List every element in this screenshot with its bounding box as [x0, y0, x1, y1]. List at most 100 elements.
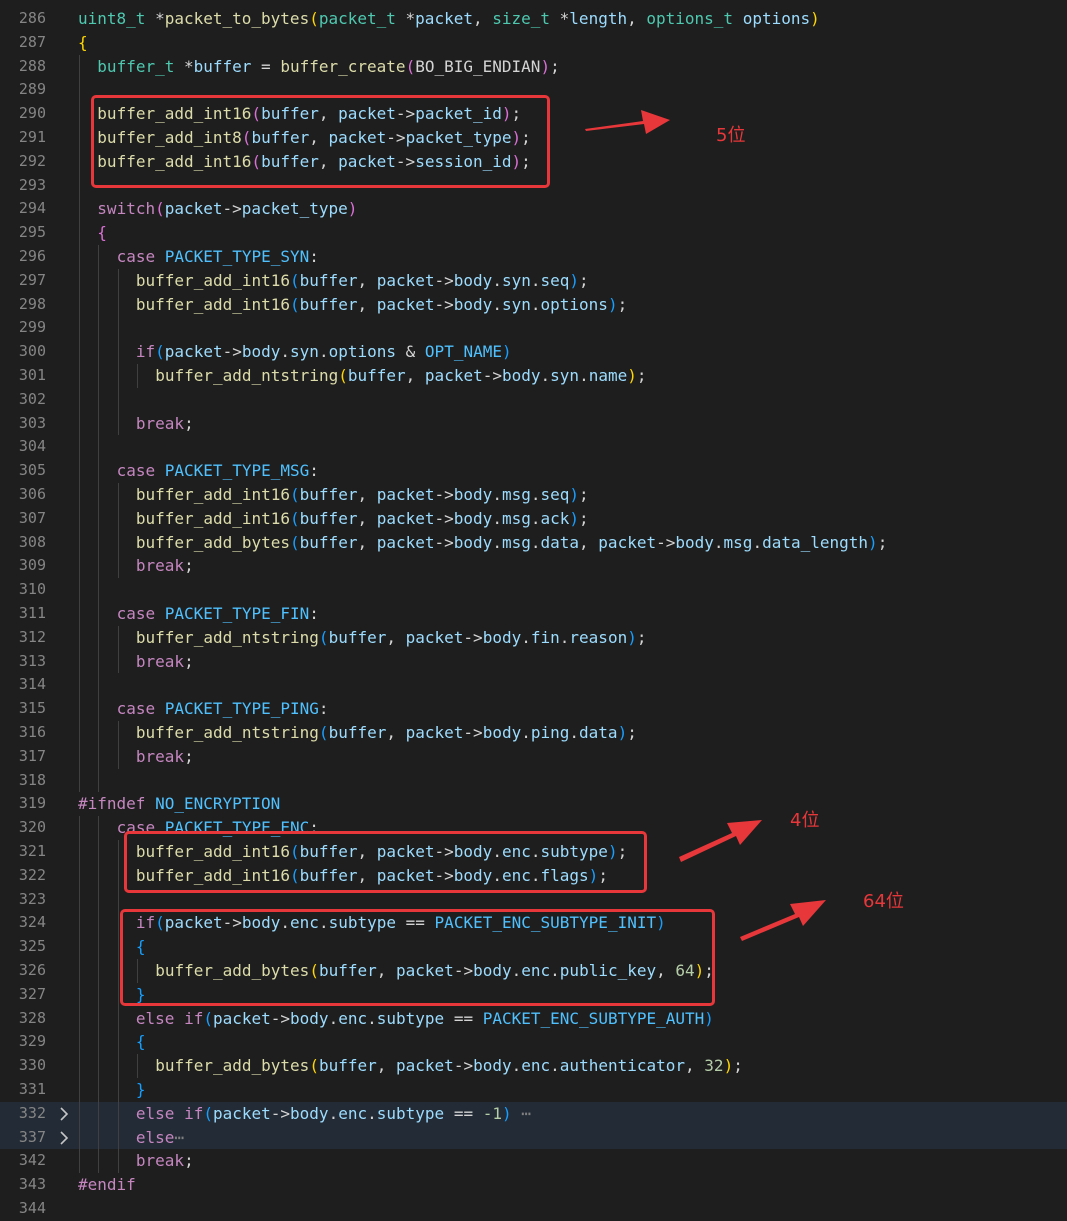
indent-guide — [79, 840, 80, 864]
code-line[interactable]: 312 buffer_add_ntstring(buffer, packet->b… — [0, 625, 1067, 650]
indent-guide — [79, 483, 80, 507]
code-line[interactable]: 299 — [0, 316, 1067, 341]
code-line[interactable]: 302 — [0, 387, 1067, 412]
code-token: enc — [338, 1103, 368, 1123]
code-line[interactable]: 313 break; — [0, 649, 1067, 674]
indent-guide — [79, 506, 80, 531]
code-line[interactable]: 318 — [0, 768, 1067, 793]
code-token: uint8_t — [78, 9, 146, 28]
code-line[interactable]: 287 { — [0, 31, 1067, 55]
code-token: ⋯ — [174, 1127, 185, 1147]
code-line[interactable]: 308 buffer_add_bytes(buffer, packet->body… — [0, 530, 1067, 555]
chevron-right-icon[interactable] — [58, 1102, 70, 1126]
code-token: ( — [203, 1008, 213, 1028]
code-token: ) — [627, 366, 637, 385]
code-token: ; — [184, 651, 194, 671]
line-number: 315 — [18, 699, 46, 718]
code-token: ( — [309, 9, 319, 28]
indent-guide — [98, 554, 100, 579]
code-token: . — [521, 627, 531, 647]
code-token: buffer_t — [97, 56, 175, 76]
code-line[interactable]: 296 case PACKET_TYPE_SYN: — [0, 245, 1067, 269]
code-token: options — [540, 294, 608, 314]
line-number: 297 — [18, 270, 46, 289]
code-token: -> — [434, 508, 454, 528]
code-line[interactable]: 315 case PACKET_TYPE_PING: — [0, 697, 1067, 721]
code-line[interactable]: 310 — [0, 578, 1067, 602]
code-line[interactable]: 304 — [0, 435, 1067, 460]
code-token: ) — [810, 9, 820, 28]
line-number: 326 — [18, 961, 46, 979]
code-token: ( — [309, 1056, 319, 1076]
line-number: 316 — [18, 723, 46, 741]
indent-guide — [98, 911, 100, 936]
code-token: enc — [521, 1056, 551, 1076]
code-token: ) — [617, 723, 628, 742]
code-line[interactable]: 343 #endif — [0, 1173, 1067, 1197]
indent-guide — [117, 316, 119, 341]
code-line[interactable]: 307 buffer_add_int16(buffer, packet->body… — [0, 506, 1067, 531]
indent-guide — [79, 149, 80, 174]
code-token: -> — [222, 342, 242, 362]
indent-guide — [79, 340, 80, 364]
code-line[interactable]: 329 { — [0, 1030, 1067, 1055]
code-token: buffer — [299, 485, 358, 504]
code-token: ⋯ — [521, 1103, 531, 1123]
code-token: 32 — [704, 1056, 724, 1076]
code-line[interactable]: 314 — [0, 673, 1067, 698]
code-line[interactable]: 332 else if(packet->body.enc.subtype == -… — [0, 1101, 1067, 1126]
code-line[interactable]: 344 — [0, 1197, 1067, 1221]
line-number: 344 — [18, 1199, 46, 1217]
indent-guide — [79, 673, 80, 698]
code-line[interactable]: 303 break; — [0, 411, 1067, 436]
indent-guide — [79, 268, 80, 293]
code-line[interactable]: 306 buffer_add_int16(buffer, packet->body… — [0, 483, 1067, 507]
indent-guide — [98, 1030, 100, 1055]
code-line[interactable]: 316 buffer_add_ntstring(buffer, packet->b… — [0, 721, 1067, 745]
code-line[interactable]: 294 switch(packet->packet_type) — [0, 197, 1067, 222]
line-number: 299 — [18, 318, 46, 337]
code-token: buffer — [299, 508, 358, 528]
code-line[interactable]: 328 else if(packet->body.enc.subtype == P… — [0, 1006, 1067, 1031]
indent-guide — [117, 1101, 119, 1126]
code-text: case PACKET_TYPE_FIN: — [117, 602, 319, 626]
code-line[interactable]: 298 buffer_add_int16(buffer, packet->body… — [0, 292, 1067, 317]
code-token: , — [357, 270, 377, 290]
code-token: packet — [376, 270, 435, 290]
code-line[interactable]: 330 buffer_add_bytes(buffer, packet->body… — [0, 1054, 1067, 1078]
code-token: ; — [184, 746, 194, 766]
line-number: 302 — [18, 389, 46, 408]
indent-guide — [79, 887, 80, 912]
code-line[interactable]: 337 else⋯ — [0, 1125, 1067, 1150]
code-line[interactable]: 317 break; — [0, 744, 1067, 769]
code-line[interactable]: 295 { — [0, 221, 1067, 245]
code-token: . — [579, 366, 589, 385]
code-line[interactable]: 311 case PACKET_TYPE_FIN: — [0, 602, 1067, 626]
code-token: * — [550, 9, 570, 28]
annotation-5-bits: 5位 — [716, 125, 746, 146]
line-number: 296 — [18, 247, 46, 265]
code-line[interactable]: 286 uint8_t *packet_to_bytes(packet_t *pa… — [0, 7, 1067, 31]
line-number: 305 — [18, 461, 46, 480]
code-line[interactable]: 300 if(packet->body.syn.options & OPT_NAM… — [0, 340, 1067, 364]
chevron-right-icon[interactable] — [58, 1126, 70, 1150]
code-line[interactable]: 309 break; — [0, 554, 1067, 579]
line-number: 300 — [18, 342, 46, 361]
code-token: -> — [434, 294, 454, 314]
line-number: 317 — [18, 746, 46, 765]
code-token: name — [588, 366, 628, 385]
code-line[interactable]: 297 buffer_add_int16(buffer, packet->body… — [0, 268, 1067, 293]
code-line[interactable]: 331} — [0, 1078, 1067, 1102]
line-number: 303 — [18, 413, 46, 432]
code-line[interactable]: 342 break; — [0, 1149, 1067, 1174]
indent-guide — [98, 840, 100, 864]
code-line[interactable]: 319 #ifndef NO_ENCRYPTION — [0, 792, 1067, 816]
code-token: ) — [868, 532, 878, 552]
line-number: 288 — [18, 56, 46, 75]
code-line[interactable]: 301 buffer_add_ntstring(buffer, packet->b… — [0, 364, 1067, 388]
code-line[interactable]: 305 case PACKET_TYPE_MSG: — [0, 459, 1067, 483]
code-token: ; — [877, 532, 888, 552]
annotation-64-bits: 64位 — [863, 891, 904, 912]
code-line[interactable]: 288 buffer_t *buffer = buffer_create(BO_B… — [0, 54, 1067, 79]
indent-guide — [79, 1030, 80, 1055]
